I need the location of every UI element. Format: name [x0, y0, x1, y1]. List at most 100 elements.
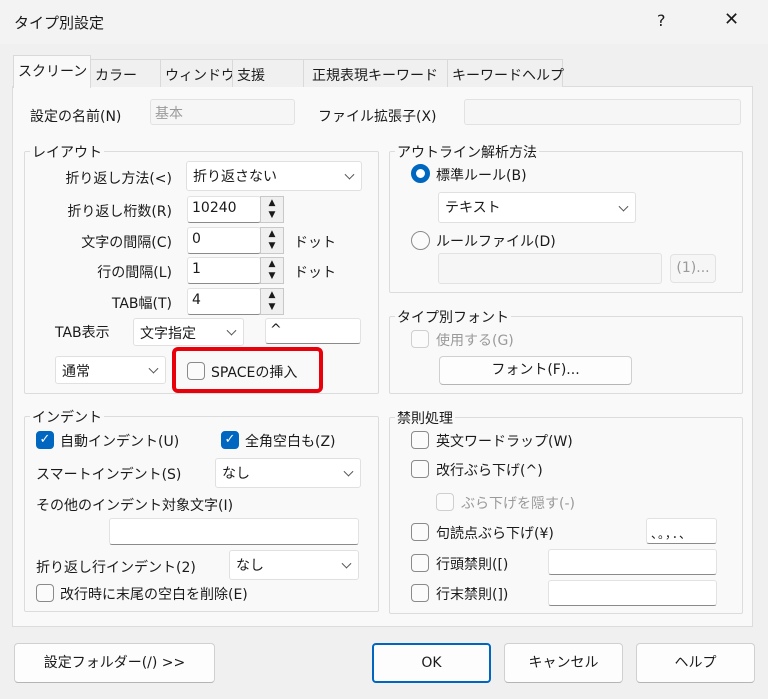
up-arrow-icon[interactable]: ▲ [261, 197, 283, 209]
tab-screen[interactable]: スクリーン [13, 55, 91, 88]
auto-indent-checkbox[interactable]: ✓ [36, 431, 54, 449]
close-icon[interactable]: ✕ [724, 9, 739, 30]
tab-char-field[interactable]: ^ [265, 318, 361, 344]
line-space-spinner[interactable]: ▲ ▼ [260, 257, 284, 284]
settings-folder-button[interactable]: 設定フォルダー(/) >> [14, 643, 215, 683]
hide-hang-label: ぶら下げを隠す(-) [461, 496, 575, 512]
tab-regex-keyword[interactable]: 正規表現キーワード [303, 59, 448, 87]
tab-display-value: 文字指定 [140, 326, 196, 342]
chevron-down-icon [226, 325, 237, 336]
down-arrow-icon[interactable]: ▼ [261, 270, 283, 282]
tab-keyword-help[interactable]: キーワードヘルプ [447, 59, 564, 87]
trim-checkbox[interactable] [36, 584, 54, 602]
cancel-button[interactable]: キャンセル [504, 643, 623, 683]
hide-hang-checkbox[interactable] [436, 493, 454, 511]
wrap-cols-label: 折り返し桁数(R) [67, 204, 172, 220]
standard-rule-radio[interactable] [411, 164, 430, 183]
line-space-field[interactable]: 1 [187, 257, 261, 284]
char-space-spinner[interactable]: ▲ ▼ [260, 227, 284, 254]
other-indent-field[interactable] [109, 518, 359, 545]
other-indent-label: その他のインデント対象文字(I) [36, 498, 234, 514]
font-button[interactable]: フォント(F)... [439, 356, 632, 385]
auto-indent-label: 自動インデント(U) [60, 434, 180, 450]
zenkaku-checkbox[interactable]: ✓ [221, 431, 239, 449]
space-insert-checkbox[interactable] [187, 362, 205, 380]
head-kinsoku-checkbox[interactable] [411, 554, 429, 572]
chevron-down-icon [341, 558, 352, 569]
setting-name-field[interactable]: 基本 [150, 99, 295, 125]
wrap-method-label: 折り返し方法(<) [65, 171, 172, 187]
kutoten-field[interactable]: 、。，．、 [646, 518, 717, 544]
tab-display-select[interactable]: 文字指定 [133, 318, 244, 346]
rule-value: テキスト [445, 200, 501, 216]
wrap-cols-field[interactable]: 10240 [187, 196, 261, 223]
font-legend: タイプ別フォント [395, 307, 511, 327]
kutoten-label: 句読点ぶら下げ(¥) [436, 526, 554, 542]
tab-support[interactable]: 支援 [232, 59, 304, 87]
kaigyo-checkbox[interactable] [411, 460, 429, 478]
kutoten-checkbox[interactable] [411, 523, 429, 541]
chevron-down-icon [343, 466, 354, 477]
rule-file-radio[interactable] [411, 231, 430, 250]
tab-window[interactable]: ウィンドウ [160, 59, 235, 87]
up-arrow-icon[interactable]: ▲ [261, 289, 283, 301]
tab-display-label: TAB表示 [55, 325, 110, 341]
indent-legend: インデント [30, 407, 104, 427]
up-arrow-icon[interactable]: ▲ [261, 258, 283, 270]
file-ext-label: ファイル拡張子(X) [318, 109, 437, 125]
use-font-checkbox[interactable] [411, 330, 429, 348]
down-arrow-icon[interactable]: ▼ [261, 301, 283, 313]
char-space-field[interactable]: 0 [187, 227, 261, 254]
tab-width-label: TAB幅(T) [111, 296, 172, 312]
use-font-label: 使用する(G) [436, 333, 514, 349]
char-space-label: 文字の間隔(C) [81, 235, 172, 251]
smart-indent-select[interactable]: なし [215, 458, 361, 488]
wrap-method-value: 折り返さない [193, 169, 277, 185]
help-button[interactable]: ヘルプ [636, 643, 755, 683]
wrap-indent-select[interactable]: なし [229, 550, 359, 580]
chevron-down-icon [148, 363, 159, 374]
dot-unit: ドット [294, 235, 336, 251]
smart-indent-value: なし [222, 466, 250, 482]
wrap-cols-spinner[interactable]: ▲ ▼ [260, 196, 284, 223]
help-icon[interactable]: ? [657, 11, 666, 30]
rule-select[interactable]: テキスト [438, 192, 636, 223]
line-space-label: 行の間隔(L) [97, 265, 172, 281]
ok-button[interactable]: OK [372, 643, 491, 683]
rule-file-label: ルールファイル(D) [436, 234, 556, 250]
up-arrow-icon[interactable]: ▲ [261, 228, 283, 240]
tail-kinsoku-field[interactable] [548, 580, 717, 606]
rule-file-browse-button[interactable]: (1)... [670, 254, 716, 283]
wordwrap-label: 英文ワードラップ(W) [436, 434, 573, 450]
head-kinsoku-field[interactable] [548, 549, 717, 575]
space-insert-label: SPACEの挿入 [211, 365, 298, 381]
dot-unit: ドット [294, 265, 336, 281]
wrap-indent-label: 折り返し行インデント(2) [36, 560, 196, 576]
zenkaku-label: 全角空白も(Z) [245, 434, 336, 450]
tail-kinsoku-checkbox[interactable] [411, 584, 429, 602]
down-arrow-icon[interactable]: ▼ [261, 209, 283, 221]
tail-kinsoku-label: 行末禁則(]) [436, 587, 509, 603]
kinsoku-legend: 禁則処理 [395, 408, 455, 428]
file-ext-field[interactable] [464, 99, 741, 125]
outline-legend: アウトライン解析方法 [395, 142, 539, 162]
window-title: タイプ別設定 [14, 14, 105, 32]
wrap-method-select[interactable]: 折り返さない [186, 161, 362, 191]
wordwrap-checkbox[interactable] [411, 431, 429, 449]
tab-width-field[interactable]: 4 [187, 288, 261, 315]
layout-legend: レイアウト [30, 142, 104, 162]
chevron-down-icon [344, 169, 355, 180]
chevron-down-icon [618, 201, 629, 212]
tab-style-value: 通常 [62, 364, 90, 380]
tab-color[interactable]: カラー [90, 59, 161, 87]
standard-rule-label: 標準ルール(B) [436, 168, 527, 184]
down-arrow-icon[interactable]: ▼ [261, 240, 283, 252]
wrap-indent-value: なし [236, 558, 264, 574]
tab-style-select[interactable]: 通常 [55, 356, 166, 384]
title-bar [0, 0, 768, 44]
head-kinsoku-label: 行頭禁則([) [436, 557, 509, 573]
setting-name-label: 設定の名前(N) [30, 109, 122, 125]
kaigyo-label: 改行ぶら下げ(^) [436, 463, 543, 479]
tab-width-spinner[interactable]: ▲ ▼ [260, 288, 284, 315]
rule-file-field[interactable] [438, 253, 662, 284]
